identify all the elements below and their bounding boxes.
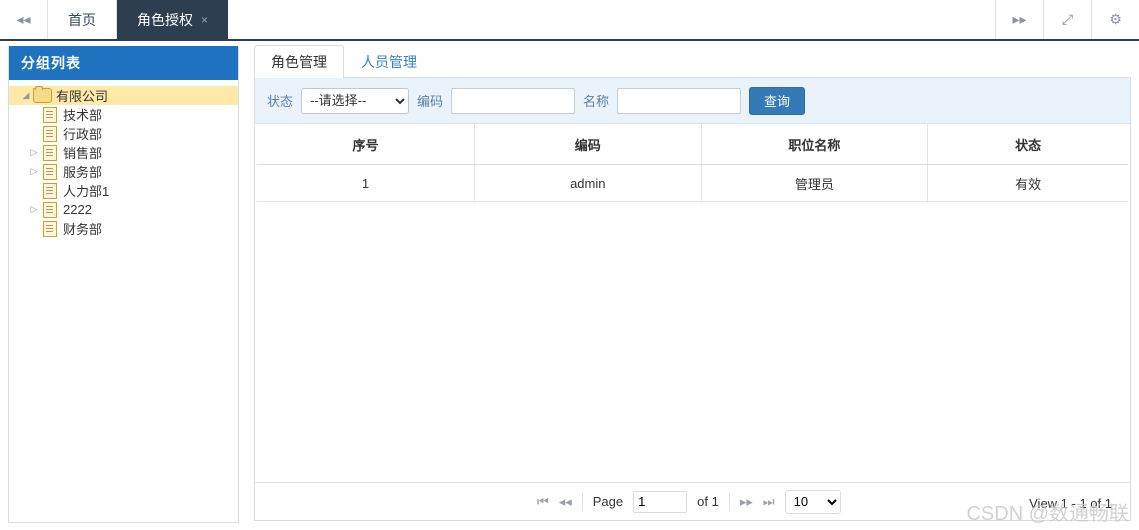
roles-table: 序号 编码 职位名称 状态 1 admin 管理员 有效 [257, 124, 1128, 202]
tabs-scroll-right-button[interactable]: ▸▸ [995, 0, 1043, 39]
roles-grid: 序号 编码 职位名称 状态 1 admin 管理员 有效 [255, 124, 1130, 202]
expand-triangle-icon[interactable]: ▷ [27, 143, 41, 162]
tree-node-label: 服务部 [63, 165, 103, 180]
top-tabs-list: 首页 角色授权 × [48, 0, 995, 39]
tree-node-label: 有限公司 [56, 89, 109, 104]
tree-node-sales-dept[interactable]: ▷ 销售部 [9, 143, 238, 162]
tree-node-hr-dept[interactable]: 人力部1 [9, 181, 238, 200]
code-label: 编码 [417, 94, 444, 109]
cell-position-name: 管理员 [701, 164, 929, 202]
tab-personnel-management-label: 人员管理 [361, 54, 417, 70]
document-icon [43, 220, 57, 237]
document-icon [43, 106, 57, 123]
status-select[interactable]: --请选择-- [301, 87, 410, 114]
main-content: 角色管理 人员管理 状态 --请选择-- 编码 名称 查询 序号 编码 职位名称… [254, 45, 1131, 523]
folder-icon [33, 86, 52, 103]
top-tab-role-authorization[interactable]: 角色授权 × [117, 0, 229, 39]
name-input[interactable] [617, 87, 742, 114]
status-label: 状态 [267, 94, 294, 109]
column-header-status[interactable]: 状态 [927, 124, 1128, 165]
top-tab-home-label: 首页 [68, 11, 96, 28]
expand-icon: ⤢ [1061, 11, 1074, 27]
expand-triangle-icon[interactable]: ▷ [27, 200, 41, 219]
page-size-select[interactable]: 10 [784, 489, 841, 514]
settings-button[interactable]: ⚙ [1091, 0, 1139, 39]
pagination-controls: ⏮ ◂◂ Page of 1 ▸▸ ⏭ 10 [537, 489, 841, 514]
top-tab-bar: ◂◂ 首页 角色授权 × ▸▸ ⤢ ⚙ [0, 0, 1139, 41]
page-label: Page [592, 494, 624, 509]
gear-icon: ⚙ [1109, 11, 1122, 27]
tree-node-service-dept[interactable]: ▷ 服务部 [9, 162, 238, 181]
cell-code: admin [474, 164, 702, 202]
table-row[interactable]: 1 admin 管理员 有效 [257, 164, 1128, 202]
group-tree: ◢ 有限公司 技术部 行政部 ▷ 销售部 ▷ 服务部 人力部1 ▷ 2222 财… [9, 80, 238, 238]
tree-node-label: 财务部 [63, 222, 103, 237]
first-page-icon[interactable]: ⏮ [537, 494, 549, 510]
tree-node-label: 销售部 [63, 146, 103, 161]
document-icon [43, 144, 57, 161]
column-header-position-name[interactable]: 职位名称 [701, 124, 929, 165]
sidebar-title: 分组列表 [9, 46, 238, 80]
content-tabs: 角色管理 人员管理 [254, 45, 1131, 78]
fullscreen-button[interactable]: ⤢ [1043, 0, 1091, 39]
name-label: 名称 [583, 94, 610, 109]
expand-triangle-icon[interactable]: ▷ [27, 162, 41, 181]
last-page-icon[interactable]: ⏭ [763, 494, 775, 510]
page-number-input[interactable] [633, 490, 688, 513]
pagination-divider [728, 492, 730, 511]
expand-triangle-icon[interactable]: ◢ [19, 86, 33, 105]
document-icon [43, 182, 57, 199]
double-chevron-right-icon: ▸▸ [1012, 11, 1027, 27]
pagination-bar: ⏮ ◂◂ Page of 1 ▸▸ ⏭ 10 View 1 - 1 of 1 [255, 482, 1130, 520]
document-icon [43, 163, 57, 180]
tree-node-label: 技术部 [63, 108, 103, 123]
double-chevron-left-icon: ◂◂ [16, 11, 31, 27]
search-button[interactable]: 查询 [749, 86, 806, 115]
tree-node-company[interactable]: ◢ 有限公司 [9, 86, 238, 105]
close-icon[interactable]: × [201, 13, 208, 27]
tabs-scroll-left-button[interactable]: ◂◂ [0, 0, 48, 39]
previous-page-icon[interactable]: ◂◂ [559, 494, 572, 510]
tree-node-label: 行政部 [63, 127, 103, 142]
record-range-label: View 1 - 1 of 1 [1029, 496, 1112, 511]
tab-role-management[interactable]: 角色管理 [254, 45, 344, 78]
pagination-divider [581, 492, 583, 511]
tree-node-label: 人力部1 [63, 184, 110, 199]
code-input[interactable] [451, 87, 576, 114]
top-bar-actions: ▸▸ ⤢ ⚙ [995, 0, 1139, 39]
group-list-sidebar: 分组列表 ◢ 有限公司 技术部 行政部 ▷ 销售部 ▷ 服务部 人力部1 ▷ 2… [8, 46, 239, 523]
tree-node-admin-dept[interactable]: 行政部 [9, 124, 238, 143]
column-header-index[interactable]: 序号 [257, 124, 475, 165]
tree-node-finance-dept[interactable]: 财务部 [9, 219, 238, 238]
document-icon [43, 125, 57, 142]
top-tab-home[interactable]: 首页 [48, 0, 117, 39]
document-icon [43, 201, 57, 218]
cell-index: 1 [257, 164, 475, 202]
cell-status: 有效 [927, 164, 1128, 202]
table-header-row: 序号 编码 职位名称 状态 [257, 124, 1128, 165]
tree-node-label: 2222 [63, 202, 92, 217]
tab-role-management-label: 角色管理 [271, 54, 327, 70]
sidebar-title-label: 分组列表 [21, 55, 81, 71]
tree-node-2222[interactable]: ▷ 2222 [9, 200, 238, 219]
total-pages-label: of 1 [697, 494, 719, 509]
column-header-code[interactable]: 编码 [474, 124, 702, 165]
tree-node-tech-dept[interactable]: 技术部 [9, 105, 238, 124]
top-tab-role-authorization-label: 角色授权 [137, 11, 193, 28]
filter-toolbar: 状态 --请选择-- 编码 名称 查询 [255, 78, 1130, 124]
next-page-icon[interactable]: ▸▸ [740, 494, 753, 510]
role-management-panel: 状态 --请选择-- 编码 名称 查询 序号 编码 职位名称 状态 1 admi… [254, 77, 1131, 521]
tab-personnel-management[interactable]: 人员管理 [344, 45, 434, 78]
